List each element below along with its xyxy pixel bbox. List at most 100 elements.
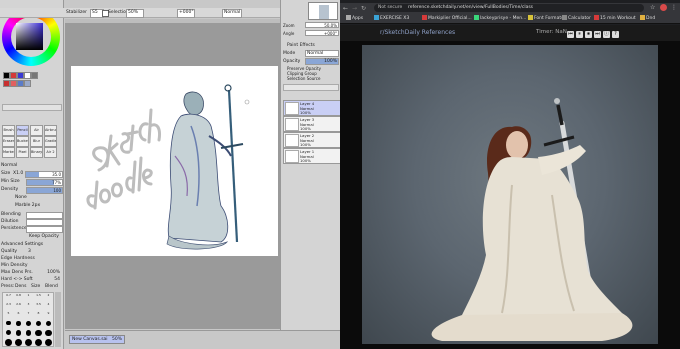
brush-size-cell[interactable] bbox=[24, 330, 33, 338]
min-size-row[interactable]: Min Size 77% bbox=[1, 178, 63, 186]
bookmark-item[interactable]: 15 min Workout bbox=[594, 15, 636, 23]
brush-size-cell[interactable]: 7 bbox=[24, 312, 33, 320]
selection-source-option[interactable]: Selection Source bbox=[287, 76, 320, 81]
brush-size-cell[interactable]: 9 bbox=[44, 312, 53, 320]
tool-bucket[interactable]: Bucket bbox=[16, 136, 29, 147]
brush-size-cell[interactable] bbox=[4, 321, 13, 329]
canvas-scrollbar-top[interactable] bbox=[65, 19, 280, 23]
tool-gradient[interactable]: Gradient bbox=[44, 136, 57, 147]
brush-size-cell[interactable]: 2 bbox=[44, 294, 53, 302]
bookmark-item[interactable]: EXERCISE X3 bbox=[374, 15, 409, 23]
color-swatch[interactable] bbox=[3, 72, 10, 79]
brush-size-grid[interactable]: 0.7 0.8 1 1.5 2 2.3 2.6 3 3.5 4 5 6 7 8 9 bbox=[2, 292, 54, 347]
brush-size-cell[interactable] bbox=[44, 321, 53, 329]
color-saturation-square[interactable] bbox=[16, 23, 43, 50]
color-swatch[interactable] bbox=[17, 80, 24, 87]
angle-field[interactable]: +000° bbox=[177, 9, 195, 18]
texture2-row[interactable]: Marble 2px bbox=[1, 202, 62, 209]
texture-row[interactable]: None bbox=[1, 194, 62, 201]
tool-pixel[interactable]: Pixel bbox=[16, 147, 29, 158]
reload-icon[interactable]: ↻ bbox=[361, 5, 366, 12]
url-field[interactable]: Not secure reference.sketchdaily.net/en/… bbox=[374, 4, 644, 12]
min-size-slider[interactable]: 77% bbox=[26, 179, 63, 186]
brush-size-cell[interactable] bbox=[34, 330, 43, 338]
brush-size-cell[interactable]: 3.5 bbox=[34, 303, 43, 311]
drawing-canvas[interactable] bbox=[71, 66, 278, 256]
navigator-preview[interactable] bbox=[308, 2, 338, 20]
brush-size-cell[interactable]: 1 bbox=[24, 294, 33, 302]
max-dens-row[interactable]: Max Dens Prs. 100% bbox=[1, 269, 62, 276]
brush-grid-scrollbar[interactable] bbox=[55, 292, 61, 347]
brush-size-cell[interactable]: 2.3 bbox=[4, 303, 13, 311]
brush-size-cell[interactable]: 2.6 bbox=[14, 303, 23, 311]
min-density-row[interactable]: Min Density bbox=[1, 262, 62, 269]
brush-size-cell[interactable]: 0.8 bbox=[14, 294, 23, 302]
brush-size-cell[interactable] bbox=[14, 330, 23, 338]
persistence-row[interactable]: Persistence bbox=[1, 225, 63, 233]
brush-size-cell[interactable] bbox=[14, 339, 23, 347]
menu-icon[interactable]: ⋮ bbox=[671, 4, 677, 12]
bookmark-item[interactable]: Font Formats bbox=[528, 15, 563, 23]
tool-binary[interactable]: Binary bbox=[30, 147, 43, 158]
blend-mode-select[interactable]: Normal bbox=[222, 9, 242, 18]
next-button[interactable]: ⏭ bbox=[594, 31, 601, 38]
layer-tool-buttons[interactable] bbox=[283, 84, 339, 91]
bookmark-item[interactable]: Calculator bbox=[562, 15, 591, 23]
color-swatch[interactable] bbox=[10, 72, 17, 79]
color-swatch[interactable] bbox=[24, 80, 31, 87]
tool-brush[interactable]: Brush bbox=[2, 125, 15, 136]
brush-size-cell[interactable] bbox=[44, 330, 53, 338]
tool-airbrush[interactable]: Airbrush bbox=[44, 125, 57, 136]
brush-size-cell[interactable]: 3 bbox=[24, 303, 33, 311]
brush-size-cell[interactable]: 0.7 bbox=[4, 294, 13, 302]
apps-bookmark[interactable]: Apps bbox=[346, 15, 363, 23]
tool-pencil[interactable]: Pencil bbox=[16, 125, 29, 136]
brush-size-cell[interactable] bbox=[44, 339, 53, 347]
layer-item[interactable]: Layer 1 Normal 100% bbox=[283, 148, 341, 164]
color-swatch[interactable] bbox=[3, 80, 10, 87]
persistence-slider[interactable] bbox=[26, 226, 63, 233]
color-swatch[interactable] bbox=[24, 72, 31, 79]
back-icon[interactable]: ← bbox=[343, 5, 348, 12]
tool-air-2[interactable]: Air 2 bbox=[44, 147, 57, 158]
blending-row[interactable]: Blending bbox=[1, 211, 63, 219]
brush-mode-row[interactable]: Normal bbox=[1, 162, 62, 169]
brush-size-cell[interactable] bbox=[34, 339, 43, 347]
brush-size-cell[interactable]: 8 bbox=[34, 312, 43, 320]
dilution-row[interactable]: Dilution bbox=[1, 218, 63, 226]
brush-size-cell[interactable] bbox=[24, 339, 33, 347]
brush-size-cell[interactable]: 1.5 bbox=[34, 294, 43, 302]
quality-row[interactable]: Quality 3 bbox=[1, 248, 62, 255]
color-swatch[interactable] bbox=[17, 72, 24, 79]
edge-hardness-row[interactable]: Edge Hardness bbox=[1, 255, 62, 262]
brush-size-cell[interactable] bbox=[4, 330, 13, 338]
brush-size-cell[interactable] bbox=[14, 321, 23, 329]
press-row[interactable]: Press: Dens Size Blend bbox=[1, 283, 62, 290]
layer-opacity-slider[interactable]: 100% bbox=[305, 58, 339, 65]
brush-size-cell[interactable]: 5 bbox=[4, 312, 13, 320]
hard-soft-row[interactable]: Hard <-> Soft 54 bbox=[1, 276, 62, 283]
tool-air[interactable]: Air bbox=[30, 125, 43, 136]
canvas-tab[interactable]: New Canvas.sai 50% bbox=[69, 335, 125, 344]
advanced-settings-row[interactable]: Advanced Settings bbox=[1, 241, 62, 248]
brush-size-cell[interactable] bbox=[4, 339, 13, 347]
density-slider[interactable]: 100 bbox=[26, 187, 63, 194]
stop-button[interactable]: ⏹ bbox=[585, 31, 592, 38]
brush-size-cell[interactable]: 6 bbox=[14, 312, 23, 320]
bookmark-item[interactable]: lackeyprisye - Men... bbox=[474, 15, 526, 23]
forward-icon[interactable]: → bbox=[352, 5, 357, 12]
color-swatch[interactable] bbox=[10, 80, 17, 87]
extension-icon[interactable] bbox=[660, 4, 667, 11]
tool-blur[interactable]: Blur bbox=[30, 136, 43, 147]
bookmark-item[interactable]: Markiplier Official... bbox=[422, 15, 472, 23]
tool-eraser[interactable]: Eraser bbox=[2, 136, 15, 147]
layer-item[interactable]: Layer 3 Normal 100% bbox=[283, 116, 341, 132]
layer-mode-select[interactable]: Normal bbox=[305, 50, 339, 57]
bookmark-item[interactable]: Dnd bbox=[640, 15, 655, 23]
brush-size-row[interactable]: Size X1.0 35.0 bbox=[1, 170, 63, 178]
help-button[interactable]: ? bbox=[612, 31, 619, 38]
brush-size-cell[interactable] bbox=[34, 321, 43, 329]
paint-effects-label[interactable]: Paint Effects bbox=[287, 43, 315, 48]
selection-tools-row[interactable] bbox=[2, 104, 62, 111]
star-icon[interactable]: ☆ bbox=[650, 4, 655, 12]
